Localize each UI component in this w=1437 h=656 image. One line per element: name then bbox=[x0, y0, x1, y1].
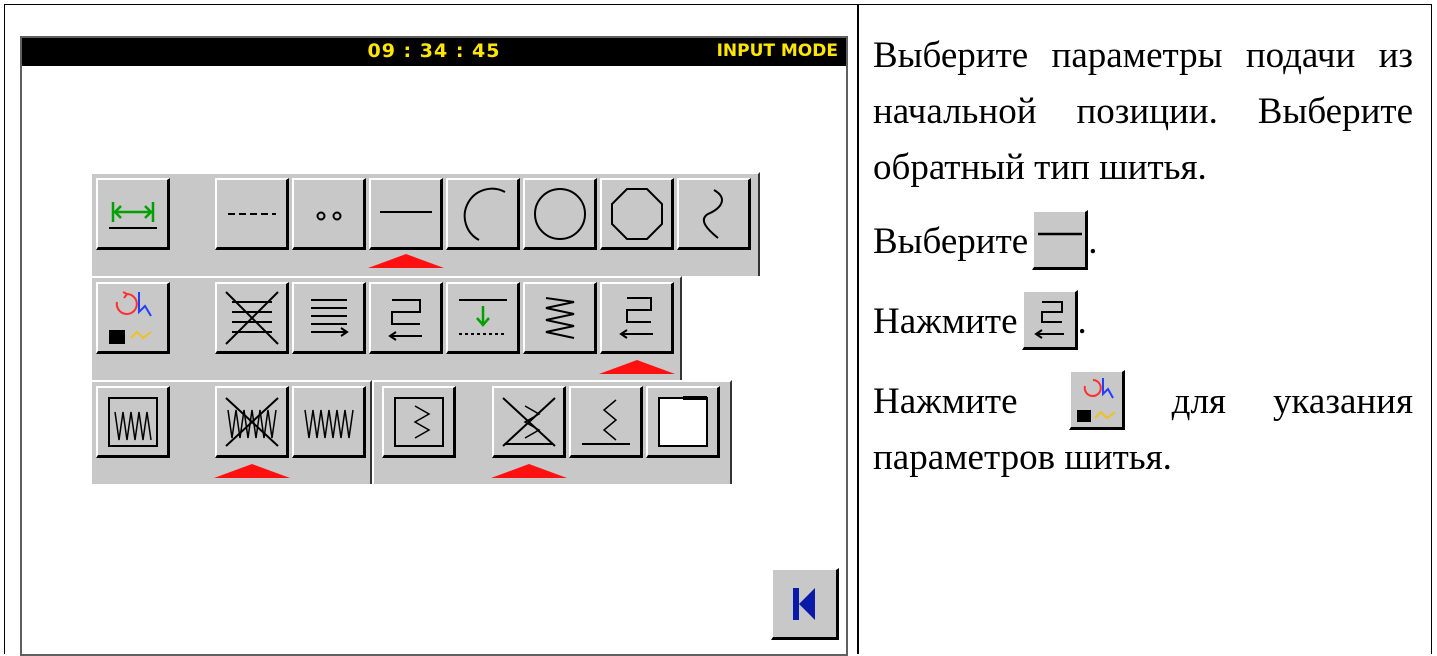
no-reverse-button[interactable] bbox=[215, 282, 289, 354]
dashed-line-icon bbox=[227, 212, 276, 215]
reverse-multi-button[interactable] bbox=[292, 282, 366, 354]
instruction-params-line: Нажмите для указания параметров шитья. bbox=[873, 370, 1413, 486]
reverse-back-button[interactable] bbox=[600, 282, 674, 354]
circle-icon bbox=[533, 187, 586, 240]
zigzag-icon bbox=[303, 409, 354, 438]
reverse-return-button[interactable] bbox=[369, 282, 443, 354]
selected-marker bbox=[491, 464, 567, 478]
curve-icon bbox=[702, 188, 723, 239]
reverse-multi-icon bbox=[310, 298, 349, 337]
reverse-return-icon bbox=[387, 298, 422, 341]
selected-marker bbox=[214, 464, 290, 478]
inline-sewing-params-icon bbox=[1068, 370, 1125, 430]
instruction-select-line: Выберите. bbox=[873, 210, 1413, 276]
selected-marker bbox=[368, 254, 444, 268]
reverse-down-button[interactable] bbox=[446, 282, 520, 354]
feed-icon bbox=[108, 201, 157, 229]
back-button[interactable] bbox=[771, 568, 839, 640]
reverse-down-icon bbox=[458, 298, 507, 335]
column-divider bbox=[857, 4, 859, 654]
step-zigzag-icon bbox=[393, 396, 444, 447]
straight-line-icon bbox=[379, 210, 432, 213]
selected-marker bbox=[599, 360, 675, 374]
arc-icon bbox=[463, 187, 505, 241]
instruction-select-text: Выберите bbox=[873, 221, 1029, 262]
instruction-press-end: . bbox=[1077, 301, 1087, 342]
zigzag-frame-icon bbox=[107, 396, 158, 447]
no-step-icon bbox=[501, 396, 556, 447]
dots-line-button[interactable] bbox=[292, 178, 366, 250]
instruction-press-text: Нажмите bbox=[873, 301, 1018, 342]
skip-back-icon bbox=[792, 587, 815, 620]
blank-square-icon bbox=[657, 395, 708, 447]
no-zigzag-icon bbox=[224, 396, 279, 447]
straight-line-button[interactable] bbox=[369, 178, 443, 250]
step-line-icon bbox=[581, 398, 630, 445]
arc-button[interactable] bbox=[446, 178, 520, 250]
instruction-column: Выберите параметры подачи из начальной п… bbox=[873, 28, 1413, 486]
dots-line-icon bbox=[316, 211, 341, 220]
reverse-back-icon bbox=[618, 296, 653, 339]
dashed-line-button[interactable] bbox=[215, 178, 289, 250]
circle-button[interactable] bbox=[523, 178, 597, 250]
curve-button[interactable] bbox=[677, 178, 751, 250]
mode-indicator: INPUT MODE bbox=[716, 41, 838, 61]
instruction-press-line: Нажмите. bbox=[873, 290, 1413, 356]
reverse-zigzag-button[interactable] bbox=[523, 282, 597, 354]
inline-straight-line-icon bbox=[1032, 210, 1089, 270]
inline-reverse-back-icon bbox=[1021, 290, 1078, 350]
blank-square-button[interactable] bbox=[646, 386, 720, 458]
instruction-paragraph: Выберите параметры подачи из начальной п… bbox=[873, 35, 1413, 188]
instruction-params-text: Нажмите bbox=[873, 381, 1018, 422]
screen-header: 09 : 34 : 45 INPUT MODE bbox=[22, 38, 846, 66]
sewing-params-icon bbox=[108, 290, 152, 344]
zigzag-button[interactable] bbox=[292, 386, 366, 458]
no-zigzag-button[interactable] bbox=[215, 386, 289, 458]
step-line-button[interactable] bbox=[569, 386, 643, 458]
instruction-select-end: . bbox=[1088, 221, 1098, 262]
no-step-button[interactable] bbox=[492, 386, 566, 458]
feed-button[interactable] bbox=[96, 178, 170, 250]
polygon-icon bbox=[610, 187, 663, 240]
no-reverse-icon bbox=[224, 290, 279, 345]
step-zigzag-button[interactable] bbox=[382, 386, 456, 458]
device-screen: 09 : 34 : 45 INPUT MODE bbox=[20, 36, 848, 656]
sewing-params-button[interactable] bbox=[96, 282, 170, 354]
polygon-button[interactable] bbox=[600, 178, 674, 250]
reverse-zigzag-icon bbox=[545, 296, 574, 339]
zigzag-frame-button[interactable] bbox=[96, 386, 170, 458]
